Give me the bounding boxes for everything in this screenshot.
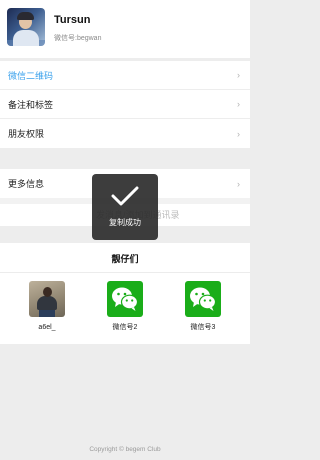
chevron-right-icon: › bbox=[237, 70, 240, 80]
member-avatar-photo[interactable] bbox=[29, 281, 65, 317]
divider bbox=[0, 272, 250, 273]
copy-success-toast: 复制成功 bbox=[92, 174, 158, 240]
checkmark-icon bbox=[111, 185, 139, 212]
copyright-footer: Copyright © begem Club bbox=[89, 446, 161, 453]
member-name: 微信号2 bbox=[112, 324, 138, 331]
profile-menu: 微信二维码 › 备注和标签 › 朋友权限 › bbox=[0, 61, 250, 148]
chevron-right-icon: › bbox=[237, 99, 240, 109]
toast-text: 复制成功 bbox=[109, 218, 141, 227]
group-title: 靓仔们 bbox=[111, 254, 139, 264]
chevron-right-icon: › bbox=[237, 178, 240, 189]
menu-item-qr-code[interactable]: 微信二维码 › bbox=[0, 61, 250, 90]
menu-item-friend-permissions[interactable]: 朋友权限 › bbox=[0, 119, 250, 148]
group-section: 靓仔们 a6el_ 微信号2 微信号3 bbox=[0, 243, 250, 344]
menu-item-label: 朋友权限 bbox=[8, 129, 45, 139]
wechat-icon[interactable] bbox=[107, 281, 143, 317]
member-list: a6el_ 微信号2 微信号3 bbox=[0, 281, 250, 332]
member-item[interactable]: 微信号3 bbox=[173, 281, 233, 332]
profile-wechat-id: 微信号:begwan bbox=[54, 35, 102, 42]
member-item[interactable]: 微信号2 bbox=[95, 281, 155, 332]
member-name: 微信号3 bbox=[190, 324, 216, 331]
menu-item-remarks-tags[interactable]: 备注和标签 › bbox=[0, 90, 250, 119]
profile-info: Tursun 微信号:begwan bbox=[54, 14, 101, 43]
member-item[interactable]: a6el_ bbox=[17, 281, 77, 332]
menu-item-label: 微信二维码 bbox=[8, 70, 54, 81]
profile-nickname: Tursun bbox=[54, 14, 91, 26]
profile-header[interactable]: Tursun 微信号:begwan bbox=[0, 0, 250, 58]
chevron-right-icon: › bbox=[237, 128, 240, 139]
profile-avatar[interactable] bbox=[7, 8, 45, 46]
member-name: a6el_ bbox=[38, 324, 56, 331]
menu-item-label: 更多信息 bbox=[8, 179, 45, 189]
menu-item-label: 备注和标签 bbox=[8, 99, 54, 110]
wechat-icon[interactable] bbox=[185, 281, 221, 317]
